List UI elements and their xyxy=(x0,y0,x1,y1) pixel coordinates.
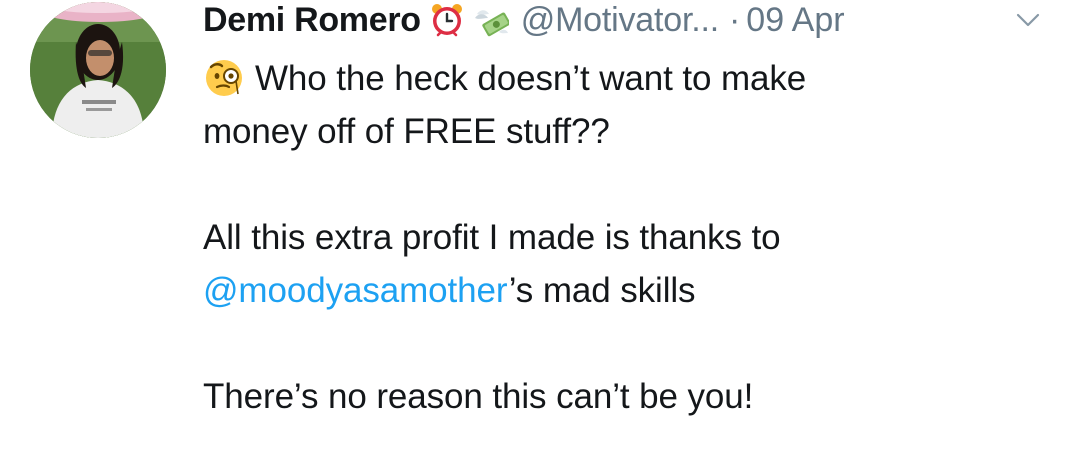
money-with-wings-icon xyxy=(473,2,509,38)
tweet-line-3: All this extra profit I made is thanks t… xyxy=(203,218,781,257)
author-handle[interactable]: @Motivator... xyxy=(521,1,719,40)
tweet-line-2: money off of FREE stuff?? xyxy=(203,112,610,151)
face-with-monocle-icon xyxy=(203,56,245,98)
mention-link[interactable]: @moodyasamother xyxy=(203,271,509,310)
tweet-line-4-text: ’s mad skills xyxy=(508,271,696,310)
tweet-text: Who the heck doesn’t want to make money … xyxy=(203,52,1053,423)
chevron-down-icon[interactable] xyxy=(1010,2,1046,38)
avatar[interactable] xyxy=(30,2,166,138)
tweet-header: Demi Romero @Motivator... · 09 Apr xyxy=(203,0,845,40)
tweet-date[interactable]: 09 Apr xyxy=(746,1,844,40)
tweet-line-5: There’s no reason this can’t be you! xyxy=(203,377,754,416)
tweet-line-1-text: Who the heck doesn’t want to make xyxy=(255,59,807,98)
alarm-clock-icon xyxy=(429,2,465,38)
tweet-line-1: Who the heck doesn’t want to make xyxy=(203,52,1053,105)
separator-dot: · xyxy=(728,0,741,39)
tweet-line-4: @moodyasamother’s mad skills xyxy=(203,264,1053,317)
author-name[interactable]: Demi Romero xyxy=(203,1,421,40)
tweet: Demi Romero @Motivator... · 09 Apr Who t… xyxy=(0,0,1072,454)
